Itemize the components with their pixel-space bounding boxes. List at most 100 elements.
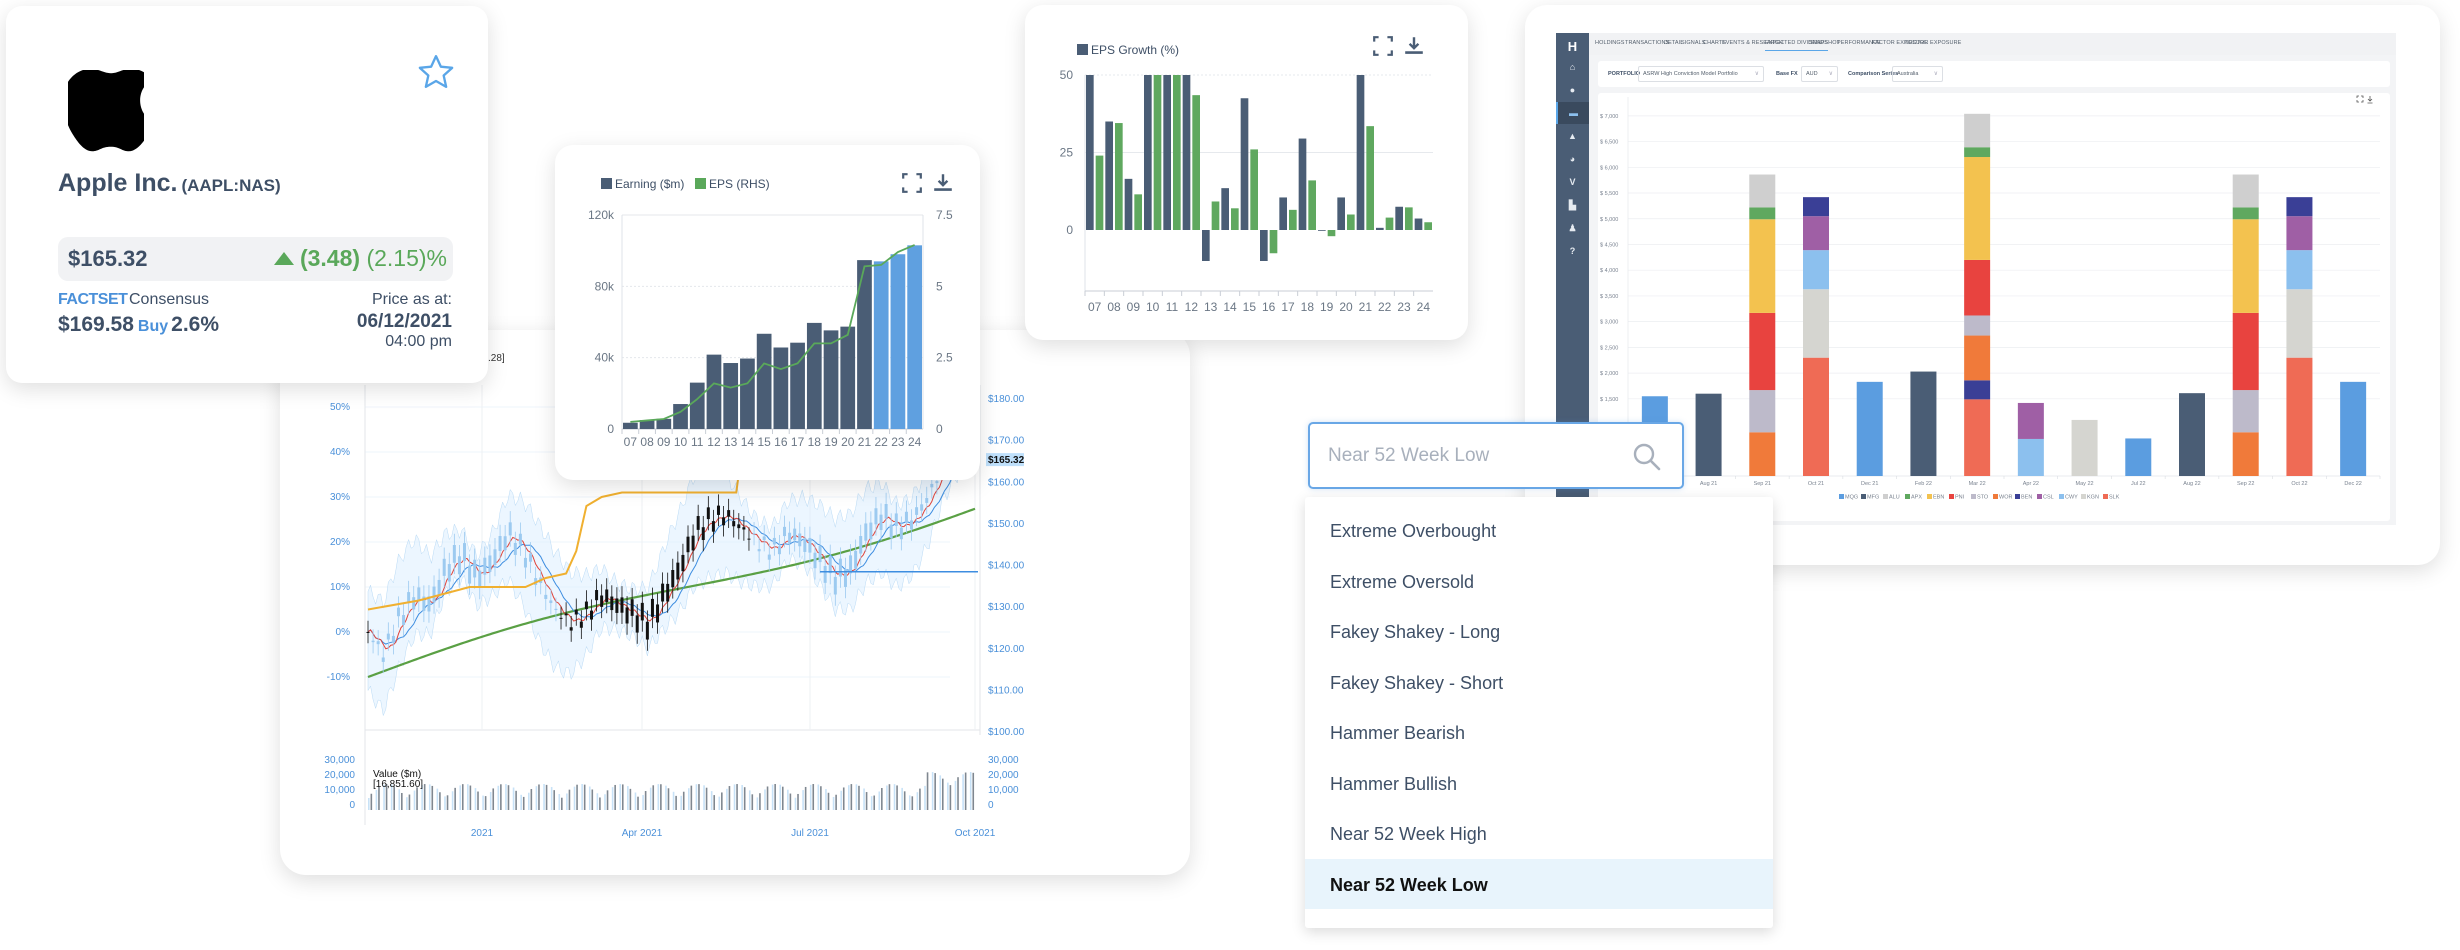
candle-body	[391, 635, 395, 644]
chart-icon[interactable]: ▲	[1556, 125, 1589, 147]
candle-body	[894, 513, 898, 527]
bank-icon[interactable]: ⌂	[1556, 56, 1589, 78]
base-fx-value: AUD	[1806, 71, 1818, 77]
candle-body	[371, 640, 375, 643]
legend-item-wor[interactable]: WOR	[1993, 494, 2012, 501]
volume-bar	[408, 794, 411, 810]
folder-icon[interactable]: ▬	[1556, 102, 1589, 124]
legend-item-pni[interactable]: PNI	[1949, 494, 1964, 501]
legend-item-slk[interactable]: SLK	[2103, 494, 2119, 501]
volume-bar	[964, 772, 967, 810]
volume-bar	[680, 795, 682, 810]
option-label: Fakey Shakey - Long	[1330, 622, 1501, 642]
dropdown-option[interactable]: Extreme Oversold	[1305, 556, 1773, 606]
legend-item-apx[interactable]: APX	[1905, 494, 1922, 501]
volume-bar	[444, 796, 446, 810]
tab-holdings[interactable]: HOLDINGS	[1595, 40, 1625, 46]
legend-item-sto[interactable]: STO	[1971, 494, 1988, 501]
legend-item-alu[interactable]: ALU	[1883, 494, 1900, 501]
legend-item-mqg[interactable]: MQG	[1839, 494, 1858, 501]
dropdown-option[interactable]: Fakey Shakey - Long	[1305, 606, 1773, 656]
volume-bar	[751, 794, 754, 810]
candle-body	[884, 504, 888, 519]
y-tick-label: $ 4,500	[1600, 242, 1618, 248]
dropdown-option[interactable]: Hammer Bearish	[1305, 707, 1773, 757]
star-outline-icon[interactable]	[416, 52, 456, 92]
factset-logo: FACTSET	[58, 291, 128, 308]
x-tick-label: 20	[841, 435, 855, 449]
legend-item-cwy[interactable]: CWY	[2059, 494, 2078, 501]
volume-bar	[474, 788, 477, 810]
last-price: $165.32	[68, 246, 148, 271]
candle-body	[589, 610, 593, 620]
volume-bar	[469, 785, 472, 810]
portfolio-select[interactable]: ASRW High Conviction Model Portfolio ∨	[1638, 66, 1764, 82]
volume-bar	[530, 789, 533, 810]
legend-item-ben[interactable]: BEN	[2015, 494, 2032, 501]
candle-body	[666, 583, 670, 602]
tab-signals[interactable]: SIGNALS	[1681, 40, 1706, 46]
user-circle-icon[interactable]: ●	[1556, 79, 1589, 101]
volume-bar	[459, 785, 462, 810]
right-axis-tick: $110.00	[988, 685, 1024, 696]
dropdown-option[interactable]: Fakey Shakey - Short	[1305, 657, 1773, 707]
ticker: (AAPL:NAS)	[181, 176, 281, 195]
volume-bar	[558, 794, 561, 810]
legend-swatch	[2015, 494, 2020, 499]
legend-item-kgn[interactable]: KGN	[2081, 494, 2099, 501]
candle-body	[579, 621, 583, 628]
consensus-upside: 2.6%	[171, 313, 220, 336]
base-fx-select[interactable]: AUD ∨	[1801, 66, 1838, 82]
earning-bar	[873, 261, 889, 429]
volume-bar	[756, 797, 759, 810]
volume-bar	[832, 796, 835, 810]
document-icon[interactable]: ▙	[1556, 194, 1589, 216]
dropdown-option[interactable]: Near 52 Week High	[1305, 808, 1773, 858]
right-axis-tick: $130.00	[988, 602, 1025, 613]
right-axis-tick: $150.00	[988, 519, 1025, 530]
candle-body	[600, 595, 604, 607]
candle-body	[468, 565, 472, 584]
search-icon[interactable]	[1632, 442, 1662, 472]
candle-body	[783, 526, 787, 537]
volume-axis-tick-right: 30,000	[988, 755, 1019, 766]
help-icon[interactable]: ?	[1556, 240, 1589, 262]
legend-label: EBN	[1933, 494, 1945, 501]
signal-dropdown: Extreme Overbought Extreme Oversold Fakey …	[1305, 497, 1773, 928]
legend-swatch	[1949, 494, 1954, 499]
eps-growth-bar	[1414, 218, 1423, 230]
price-as-at-time: 04:00 pm	[385, 333, 452, 350]
x-tick-label: 18	[1301, 300, 1315, 314]
eps-growth-bar	[1095, 155, 1104, 230]
v-icon[interactable]: V	[1556, 171, 1589, 193]
eps-growth-bar	[1366, 126, 1374, 230]
dropdown-option[interactable]: Hammer Bullish	[1305, 758, 1773, 808]
volume-bar	[545, 784, 548, 810]
legend-item-ebn[interactable]: EBN	[1927, 494, 1944, 501]
dropdown-option[interactable]: Extreme Overbought	[1305, 505, 1773, 555]
x-tick-label: 08	[1107, 300, 1121, 314]
comparison-select[interactable]: Australia ∨	[1892, 66, 1943, 82]
tab-sector-exposure[interactable]: SECTOR EXPOSURE	[1905, 40, 1961, 46]
signal-search-box[interactable]	[1308, 422, 1684, 489]
y-tick-label: $ 3,500	[1600, 294, 1618, 300]
dashboard-logo[interactable]: H	[1556, 36, 1589, 58]
earnings-chart-card: Earning ($m) EPS (RHS) 0 0 40k 2.5 80k 5 120k 7…	[555, 145, 980, 480]
volume-bar	[736, 784, 738, 810]
option-label: Hammer Bearish	[1330, 723, 1466, 743]
candle-body	[701, 527, 705, 541]
user-add-icon[interactable]: ♟	[1556, 217, 1589, 239]
tab-transactions[interactable]: TRANSACTIONS	[1625, 40, 1669, 46]
eps-growth-bar	[1163, 75, 1171, 230]
volume-bar	[748, 790, 751, 810]
legend-item-mfg[interactable]: MFG	[1861, 494, 1879, 501]
pie-icon[interactable]: ◕	[1556, 148, 1589, 170]
candle-body	[645, 621, 649, 640]
dropdown-option[interactable]: Near 52 Week Low	[1305, 858, 1773, 909]
option-label: Hammer Bullish	[1330, 773, 1458, 794]
signal-search-input[interactable]	[1328, 442, 1628, 470]
legend-swatch	[1861, 494, 1866, 499]
legend-item-csl[interactable]: CSL	[2037, 494, 2054, 501]
earning-bar	[740, 358, 755, 429]
tab-snapshot[interactable]: SNAPSHOT	[1809, 40, 1840, 46]
